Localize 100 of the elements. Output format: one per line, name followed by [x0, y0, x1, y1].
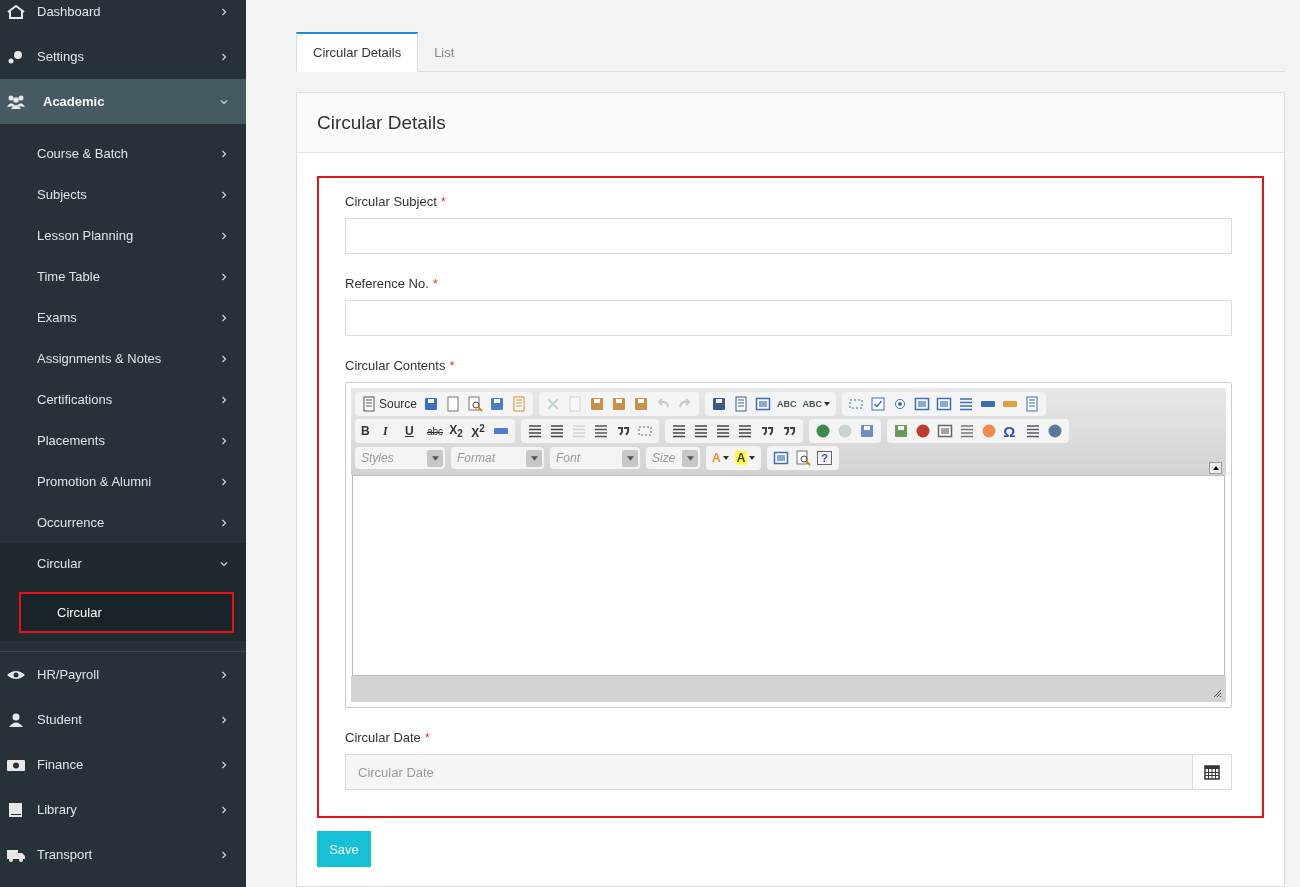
- sidebar-item-label: Settings: [37, 49, 85, 64]
- submenu-item-label: Certifications: [37, 392, 114, 407]
- submenu-item[interactable]: Time Table: [0, 256, 246, 297]
- submenu-item[interactable]: Occurrence: [0, 502, 246, 543]
- dashed-box-icon: [848, 396, 865, 412]
- sidebar-item-label: Student: [37, 712, 83, 727]
- chevron-icon: [220, 850, 228, 859]
- source-button[interactable]: Source: [358, 394, 421, 414]
- sidebar-item[interactable]: Dashboard: [0, 0, 246, 34]
- submenu-item-label: Lesson Planning: [37, 228, 135, 243]
- checkbox-icon: [870, 396, 887, 412]
- submenu-item[interactable]: Exams: [0, 297, 246, 338]
- document-icon: [361, 396, 377, 412]
- caret-icon: [722, 456, 729, 460]
- chevron-icon: [220, 231, 228, 240]
- sidebar-item[interactable]: Student: [0, 697, 246, 742]
- chevron-icon: [220, 559, 228, 568]
- sidebar-item-label: HR/Payroll: [37, 667, 101, 682]
- submenu-item[interactable]: Placements: [0, 420, 246, 461]
- submenu-item[interactable]: Circular: [0, 543, 246, 584]
- italic-button[interactable]: I: [380, 421, 402, 441]
- submenu-item-label: Course & Batch: [37, 146, 130, 161]
- submenu-item-label: Promotion & Alumni: [37, 474, 153, 489]
- submenu-item-label: Exams: [37, 310, 78, 325]
- bold-button[interactable]: B: [358, 421, 380, 441]
- users-icon: [6, 93, 26, 110]
- submenu-item-label: Subjects: [37, 187, 88, 202]
- spellcheck-button[interactable]: ABC: [774, 394, 800, 414]
- submenu-item-label: Time Table: [37, 269, 101, 284]
- sidebar-item[interactable]: Transport: [0, 832, 246, 877]
- superscript-button[interactable]: X$^{2}$: [468, 421, 491, 441]
- scissors-icon: [545, 396, 562, 412]
- submenu-item[interactable]: Certifications: [0, 379, 246, 420]
- dropdown-arrow-button[interactable]: [622, 449, 638, 467]
- dropdown-placeholder: Size: [652, 451, 677, 465]
- date-field[interactable]: Circular Date: [345, 754, 1192, 790]
- dropdown-placeholder: Format: [457, 451, 497, 465]
- document-icon: [511, 396, 528, 412]
- required-mark: *: [449, 358, 455, 373]
- subscript-button[interactable]: X$_{2}$: [446, 421, 469, 441]
- select-all-icon: [755, 396, 772, 412]
- required-mark: *: [424, 730, 430, 745]
- caret-icon: [1212, 466, 1219, 470]
- chevron-icon: [220, 7, 228, 16]
- sidebar-item[interactable]: Settings: [0, 34, 246, 79]
- caret-icon: [686, 455, 694, 461]
- input-field[interactable]: [345, 218, 1232, 254]
- horizontal-line-icon: [959, 423, 976, 439]
- strikethrough-button[interactable]: abc: [424, 421, 447, 441]
- sidebar-item[interactable]: Academic: [0, 79, 246, 124]
- dropdown-placeholder: Styles: [361, 451, 395, 465]
- submenu-item[interactable]: Promotion & Alumni: [0, 461, 246, 502]
- chevron-icon: [220, 760, 228, 769]
- justify-icon: [737, 423, 754, 439]
- indent-icon: [593, 423, 610, 439]
- submenu-item[interactable]: Assignments & Notes: [0, 338, 246, 379]
- tab[interactable]: Circular Details: [296, 32, 419, 72]
- dropdown-arrow-button[interactable]: [427, 449, 443, 467]
- field-label: Circular Contents: [345, 358, 446, 373]
- numbered-list-icon: [527, 423, 544, 439]
- dropdown-arrow-button[interactable]: [526, 449, 542, 467]
- maximize-icon: [773, 450, 790, 466]
- submenu-item[interactable]: Subjects: [0, 174, 246, 215]
- caret-icon: [626, 455, 634, 461]
- submenu-item[interactable]: Lesson Planning: [0, 215, 246, 256]
- sidebar-item[interactable]: Finance: [0, 742, 246, 787]
- spellcheck-menu-button[interactable]: ABC: [799, 394, 834, 414]
- submenu-item[interactable]: Course & Batch: [0, 133, 246, 174]
- field-label: Circular Date: [345, 730, 421, 745]
- page-icon: [445, 396, 462, 412]
- magnifier-page-icon: [467, 396, 484, 412]
- resize-grip-icon[interactable]: [1212, 688, 1222, 698]
- caret-icon: [530, 455, 538, 461]
- submenu-item[interactable]: Circular: [19, 592, 234, 633]
- chevron-icon: [220, 272, 228, 281]
- chevron-icon: [220, 52, 228, 61]
- field-label: Reference No.: [345, 276, 429, 291]
- special-character-button[interactable]: Ω: [1000, 421, 1023, 441]
- sidebar-item-label: Dashboard: [37, 4, 102, 19]
- user-icon: [6, 711, 26, 728]
- bulleted-list-icon: [549, 423, 566, 439]
- field-label: Circular Subject: [345, 194, 437, 209]
- text-field-icon: [914, 396, 931, 412]
- calendar-button[interactable]: [1192, 754, 1232, 790]
- caret-icon: [431, 455, 439, 461]
- magnifier-page-icon: [795, 450, 812, 466]
- sidebar-item[interactable]: HR/Payroll: [0, 652, 246, 697]
- background-color-button[interactable]: A: [731, 448, 759, 468]
- submenu-item-label: Circular: [37, 556, 83, 571]
- dropdown-arrow-button[interactable]: [682, 449, 698, 467]
- textarea-icon: [936, 396, 953, 412]
- chevron-icon: [220, 313, 228, 322]
- sidebar-item[interactable]: Library: [0, 787, 246, 832]
- submenu-item-label: Assignments & Notes: [37, 351, 163, 366]
- collapse-toolbar-button[interactable]: [1209, 462, 1222, 474]
- sidebar-item-label: Finance: [37, 757, 85, 772]
- calendar-icon: [1204, 764, 1220, 780]
- about-button[interactable]: ?: [814, 448, 837, 468]
- input-field[interactable]: [345, 300, 1232, 336]
- underline-button[interactable]: U: [402, 421, 424, 441]
